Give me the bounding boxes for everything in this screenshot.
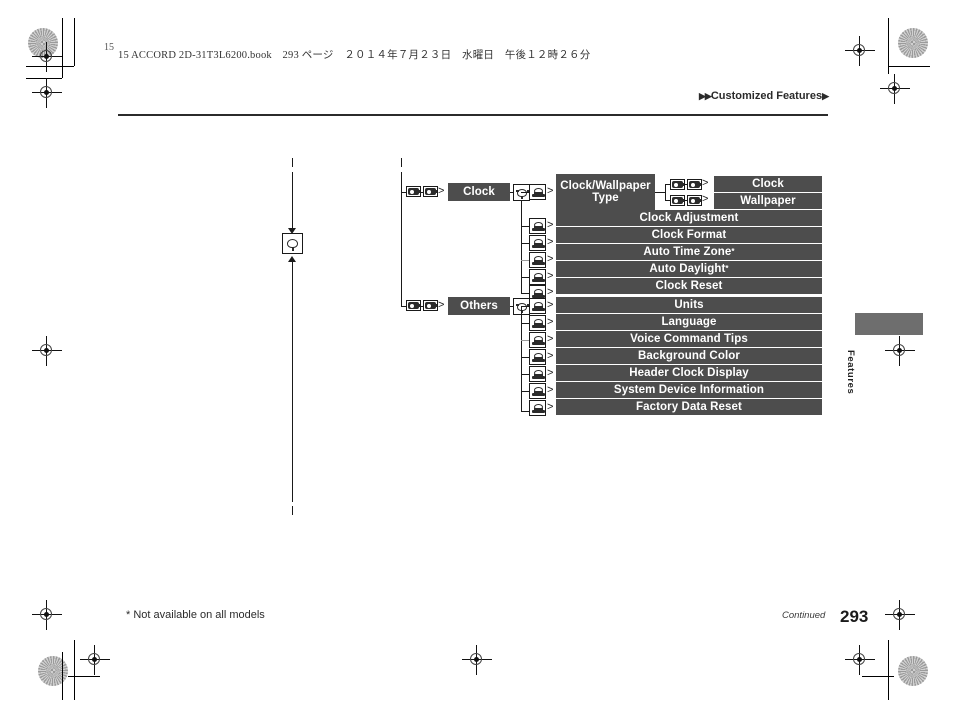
menu-item-clock-wallpaper-type[interactable]: Clock/Wallpaper Type [556, 174, 655, 210]
arrow-head-icon: > [438, 299, 445, 311]
clock-children-spine [521, 201, 522, 293]
menu-node-others[interactable]: Others [448, 297, 510, 315]
preset-button-icon [670, 179, 685, 190]
push-knob-icon [529, 383, 546, 399]
others-children-spine [521, 306, 522, 412]
menu-option-wallpaper[interactable]: Wallpaper [714, 193, 822, 209]
arrow-head-icon: > [547, 286, 554, 298]
footnote-marker: * [725, 263, 729, 273]
arrow-head-icon: > [547, 253, 554, 265]
preset-button-icon [687, 179, 702, 190]
menu-item-auto-daylight[interactable]: Auto Daylight * [556, 261, 822, 277]
menu-item-language[interactable]: Language [556, 314, 822, 330]
preset-button-icon [423, 300, 438, 311]
arrow-head-icon: > [547, 270, 554, 282]
menu-item-auto-time-zone[interactable]: Auto Time Zone * [556, 244, 822, 260]
arrow-head-icon: > [547, 316, 554, 328]
menu-item-clock-reset[interactable]: Clock Reset [556, 278, 822, 294]
arrow-head-icon: > [547, 236, 554, 248]
menu-item-background-color[interactable]: Background Color [556, 348, 822, 364]
continuation-dash-top [292, 158, 293, 167]
menu-node-clock[interactable]: Clock [448, 183, 510, 201]
menu-item-factory-data-reset[interactable]: Factory Data Reset [556, 399, 822, 415]
preset-button-icon [687, 195, 702, 206]
menu-item-system-device-information[interactable]: System Device Information [556, 382, 822, 398]
arrow-head-icon: > [547, 350, 554, 362]
preset-button-icon [406, 300, 421, 311]
arrow-head-icon: > [547, 384, 554, 396]
push-knob-icon [529, 366, 546, 382]
arrow-head-icon: > [547, 185, 554, 197]
menu-option-clock[interactable]: Clock [714, 176, 822, 192]
menu-item-units[interactable]: Units [556, 297, 822, 313]
footnote-marker: * [731, 246, 735, 256]
connector [655, 192, 665, 193]
menu-item-clock-format[interactable]: Clock Format [556, 227, 822, 243]
push-knob-icon [529, 269, 546, 285]
sub-branch-spine [665, 184, 666, 200]
push-knob-icon [529, 252, 546, 268]
continued-label: Continued [782, 610, 826, 621]
trunk-dash-top [401, 158, 402, 167]
rotary-knob-icon [282, 233, 303, 254]
continuation-dash-bottom [292, 506, 293, 515]
push-knob-icon [529, 315, 546, 331]
push-knob-icon [529, 349, 546, 365]
push-knob-icon [529, 235, 546, 251]
menu-item-clock-adjustment[interactable]: Clock Adjustment [556, 210, 822, 226]
preset-button-icon [423, 186, 438, 197]
footnote-text: * Not available on all models [126, 609, 265, 621]
continuation-line-upper [292, 172, 293, 232]
preset-button-icon [406, 186, 421, 197]
continuation-line-lower [292, 262, 293, 502]
menu-item-label: Auto Daylight [649, 262, 726, 275]
arrow-head-icon: > [547, 401, 554, 413]
push-knob-icon [529, 400, 546, 416]
push-knob-icon [529, 218, 546, 234]
arrow-head-icon: > [702, 177, 709, 189]
arrow-head-icon: > [547, 219, 554, 231]
push-knob-icon [529, 332, 546, 348]
arrow-head-icon: > [547, 299, 554, 311]
menu-item-header-clock-display[interactable]: Header Clock Display [556, 365, 822, 381]
menu-item-voice-command-tips[interactable]: Voice Command Tips [556, 331, 822, 347]
preset-button-icon [670, 195, 685, 206]
push-knob-icon [529, 184, 546, 200]
arrow-head-icon: > [547, 333, 554, 345]
page-number: 293 [840, 607, 869, 626]
arrow-head-icon: > [438, 185, 445, 197]
arrow-head-icon: > [547, 367, 554, 379]
arrow-head-icon: > [702, 193, 709, 205]
push-knob-icon [529, 298, 546, 314]
menu-item-label: Auto Time Zone [643, 245, 732, 258]
